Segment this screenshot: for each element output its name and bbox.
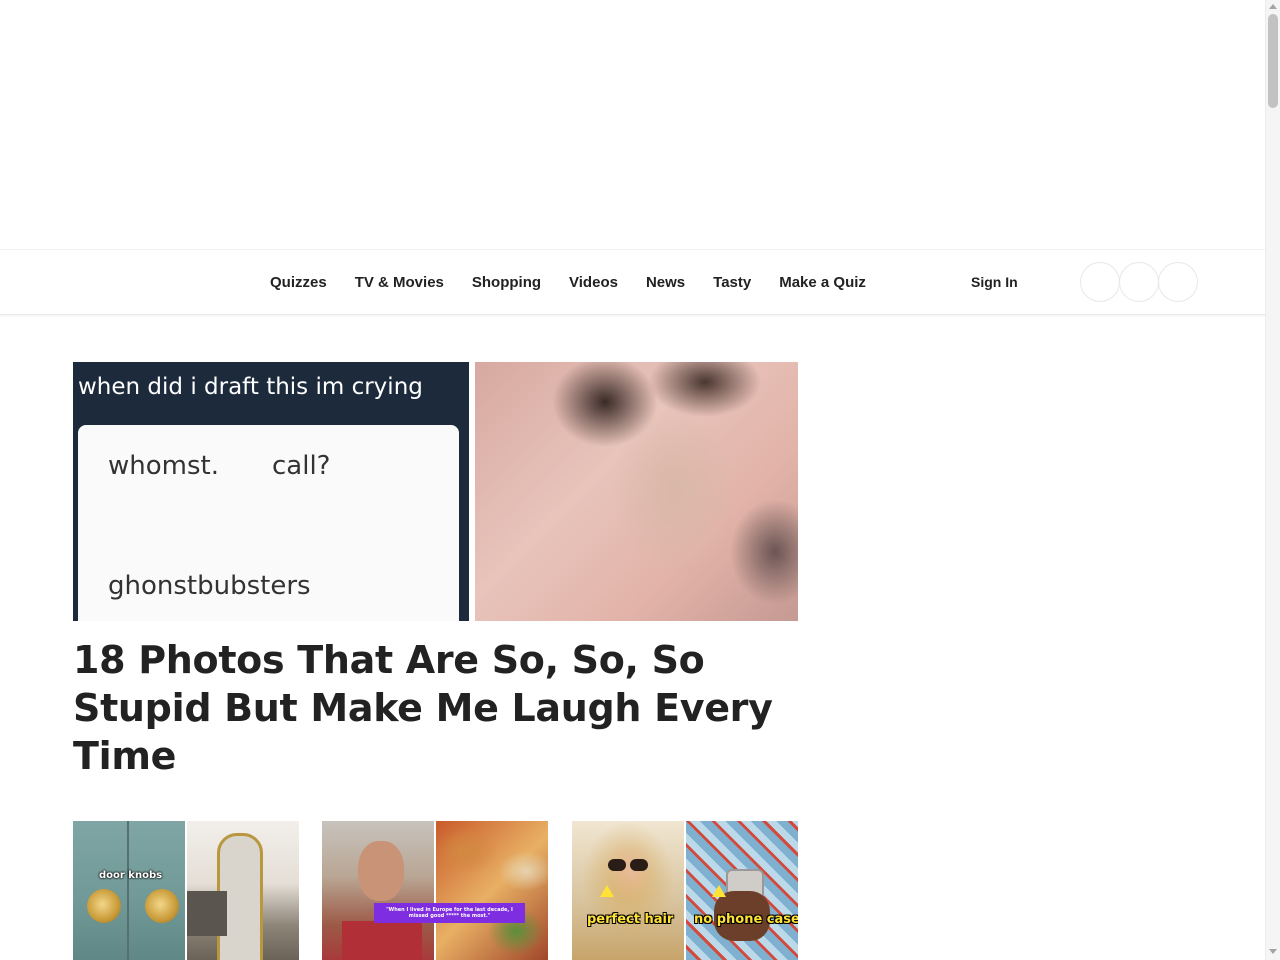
thumbnail-phone-photo — [686, 821, 798, 960]
vertical-scrollbar[interactable] — [1265, 0, 1280, 960]
nav-link-videos[interactable]: Videos — [569, 274, 618, 291]
hero-word-whomst: whomst. — [108, 451, 219, 481]
thumbnail-hair-photo — [572, 821, 684, 960]
top-navigation: Quizzes TV & Movies Shopping Videos News… — [0, 249, 1265, 315]
ad-slot — [0, 0, 1265, 248]
hero-draft-card: whomst. call? ghonstbubsters — [78, 425, 459, 621]
thumbnail-quote-banner: "When I lived in Europe for the last dec… — [374, 903, 525, 923]
thumbnail-quote-text: "When I lived in Europe for the last dec… — [386, 907, 513, 919]
nav-link-news[interactable]: News — [646, 274, 685, 291]
nav-circle-button-1[interactable] — [1080, 262, 1120, 302]
scrollbar-thumb[interactable] — [1268, 14, 1278, 108]
hero-image[interactable]: when did i draft this im crying whomst. … — [73, 362, 798, 621]
nav-icon-group — [1080, 262, 1198, 302]
thumbnail-room-photo — [187, 821, 299, 960]
thumbnail-label-door-knobs: door knobs — [99, 870, 163, 881]
hero-word-ghonstbubsters: ghonstbubsters — [108, 571, 311, 601]
sign-in-link[interactable]: Sign In — [971, 274, 1018, 290]
nav-link-quizzes[interactable]: Quizzes — [270, 274, 327, 291]
thumbnail-label-perfect-hair: perfect hair — [587, 912, 674, 927]
hero-word-call: call? — [272, 451, 331, 481]
hero-laughing-photo — [475, 362, 798, 621]
hero-caption: when did i draft this im crying — [78, 374, 423, 400]
nav-circle-button-2[interactable] — [1119, 262, 1159, 302]
thumbnail-europe-food[interactable]: "When I lived in Europe for the last dec… — [322, 821, 548, 960]
scroll-down-arrow-icon[interactable] — [1269, 949, 1277, 954]
article-headline[interactable]: 18 Photos That Are So, So, So Stupid But… — [73, 636, 798, 780]
thumbnail-hair-phone[interactable]: perfect hair no phone case — [572, 821, 798, 960]
arrow-phone-icon — [712, 885, 726, 897]
door-knob-right — [145, 889, 179, 923]
door-knob-left — [87, 889, 121, 923]
thumbnail-woman-photo — [322, 821, 434, 960]
nav-link-tv-movies[interactable]: TV & Movies — [355, 274, 444, 291]
arrow-hair-icon — [600, 885, 614, 897]
nav-link-make-a-quiz[interactable]: Make a Quiz — [779, 274, 866, 291]
scroll-up-arrow-icon[interactable] — [1269, 4, 1277, 9]
hero-screenshot-panel: when did i draft this im crying whomst. … — [73, 362, 469, 621]
thumbnail-door-knobs[interactable]: door knobs — [73, 821, 299, 960]
nav-link-shopping[interactable]: Shopping — [472, 274, 541, 291]
nav-links: Quizzes TV & Movies Shopping Videos News… — [270, 250, 894, 314]
thumbnail-cabinet-photo — [73, 821, 185, 960]
nav-link-tasty[interactable]: Tasty — [713, 274, 751, 291]
thumbnail-label-no-phone-case: no phone case — [694, 912, 798, 927]
nav-circle-button-3[interactable] — [1158, 262, 1198, 302]
page: Quizzes TV & Movies Shopping Videos News… — [0, 0, 1265, 960]
thumbnail-food-photo — [436, 821, 548, 960]
